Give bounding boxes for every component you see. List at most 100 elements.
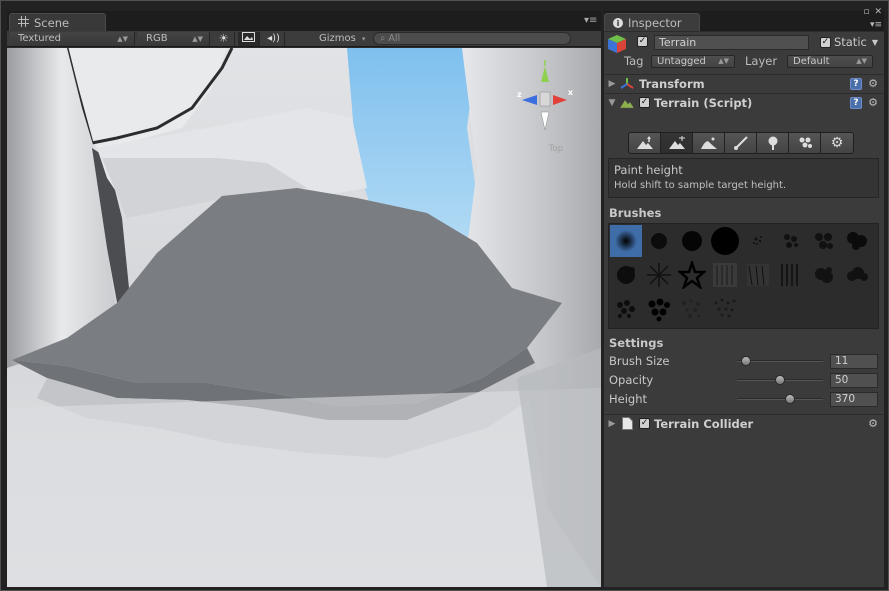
gizmo-center-cube[interactable] (539, 91, 551, 107)
brush-stripes[interactable] (775, 259, 807, 291)
gear-icon[interactable]: ⚙ (866, 77, 880, 90)
brush-noise-medium[interactable] (775, 225, 807, 257)
scene-audio-toggle[interactable]: ◂)) (263, 31, 285, 46)
brush-noise-small[interactable] (742, 225, 774, 257)
tool-paint-height[interactable] (661, 133, 693, 153)
scene-lighting-toggle[interactable]: ☀ (213, 31, 235, 46)
layer-dropdown[interactable]: Default ▲▼ (787, 54, 873, 68)
scene-fx-toggle[interactable] (238, 31, 260, 46)
height-slider[interactable] (737, 394, 823, 404)
tool-raise-lower-terrain[interactable] (629, 133, 661, 153)
gizmo-neg-y-cone[interactable] (540, 111, 550, 131)
tab-inspector[interactable]: i Inspector (604, 13, 700, 32)
brush-scatter-fine[interactable] (709, 293, 741, 325)
tool-place-trees[interactable] (757, 133, 789, 153)
foldout-expanded-icon[interactable]: ▼ (605, 98, 619, 108)
dropdown-arrow-icon: ▲▼ (718, 57, 729, 65)
height-field[interactable]: 370 (830, 391, 878, 407)
component-terrain-collider[interactable]: ▶ ✓ Terrain Collider ⚙ (604, 414, 884, 432)
slider-thumb[interactable] (741, 356, 752, 366)
foldout-collapsed-icon[interactable]: ▶ (605, 79, 619, 89)
help-icon[interactable]: ? (850, 96, 862, 109)
scene-grid-icon (18, 15, 29, 32)
gizmo-z-cone[interactable] (522, 95, 537, 105)
brush-scatter-light[interactable] (676, 293, 708, 325)
brush-size-field[interactable]: 11 (830, 353, 878, 369)
draw-mode-dropdown[interactable]: Textured ▲▼ (10, 31, 135, 46)
setting-height: Height 370 (609, 391, 880, 407)
opacity-field[interactable]: 50 (830, 372, 878, 388)
setting-opacity: Opacity 50 (609, 372, 880, 388)
brush-starburst[interactable] (643, 259, 675, 291)
brush-dots-large[interactable] (643, 293, 675, 325)
brush-rock[interactable] (610, 259, 642, 291)
brush-round-large[interactable] (709, 225, 741, 257)
static-checkbox[interactable]: ✓ (819, 36, 831, 48)
gizmos-dropdown[interactable]: Gizmos ▾ (311, 32, 365, 46)
component-title: Terrain Collider (654, 416, 754, 431)
brush-size-slider[interactable] (737, 356, 823, 366)
brushes-heading: Brushes (609, 206, 662, 220)
document-icon (619, 417, 635, 431)
tool-info-title: Paint height (614, 163, 683, 177)
brush-round-medium[interactable] (676, 225, 708, 257)
scene-viewport[interactable]: z x Top (7, 48, 601, 587)
tool-paint-details[interactable] (789, 133, 821, 153)
tag-value: Untagged (657, 55, 706, 67)
scene-orientation-gizmo[interactable]: z x (517, 60, 573, 136)
terrain-tool-bar: ⚙ (628, 132, 854, 154)
setting-brush-size: Brush Size 11 (609, 353, 880, 369)
terrain-enabled-checkbox[interactable]: ✓ (639, 97, 650, 108)
tool-terrain-settings[interactable]: ⚙ (821, 133, 853, 153)
gameobject-header: ✓ Terrain ✓ Static ▼ Tag Untagged ▲▼ Lay… (604, 32, 884, 74)
tool-paint-texture[interactable] (725, 133, 757, 153)
gizmo-x-cone[interactable] (553, 95, 567, 105)
close-icon[interactable]: ✕ (874, 7, 882, 17)
tab-scene[interactable]: Scene (9, 13, 106, 32)
gizmo-y-cone[interactable] (541, 66, 549, 82)
brush-splat-large[interactable] (841, 225, 873, 257)
tool-smooth-height[interactable] (693, 133, 725, 153)
component-transform[interactable]: ▶ Transform ? ⚙ (604, 74, 884, 92)
brush-fur-texture[interactable] (742, 259, 774, 291)
gameobject-name-field[interactable]: Terrain (654, 35, 809, 50)
scene-tabbar: Scene ▾≡ (7, 11, 601, 32)
paintbrush-icon (733, 136, 748, 150)
component-title: Terrain (Script) (654, 95, 753, 110)
panel-menu-icon[interactable]: ▾≡ (584, 16, 597, 27)
component-terrain-script[interactable]: ▼ ✓ Terrain (Script) ? ⚙ (604, 93, 884, 111)
brush-cloud[interactable] (841, 259, 873, 291)
static-dropdown-arrow-icon[interactable]: ▼ (872, 38, 878, 47)
collider-enabled-checkbox[interactable]: ✓ (639, 418, 650, 429)
brush-round-small[interactable] (643, 225, 675, 257)
gameobject-active-checkbox[interactable]: ✓ (637, 36, 648, 47)
image-icon (242, 32, 255, 45)
terrain-render (7, 48, 601, 587)
brush-noise-large[interactable] (808, 225, 840, 257)
static-toggle[interactable]: ✓ Static ▼ (819, 35, 878, 49)
slider-track (737, 398, 823, 400)
tag-layer-row: Tag Untagged ▲▼ Layer Default ▲▼ (624, 54, 879, 68)
dropdown-arrow-icon: ▲▼ (856, 57, 867, 65)
render-mode-dropdown[interactable]: RGB ▲▼ (138, 31, 210, 46)
setting-label: Opacity (609, 373, 654, 387)
foldout-collapsed-icon[interactable]: ▶ (605, 419, 619, 429)
gear-icon[interactable]: ⚙ (866, 417, 880, 430)
tag-dropdown[interactable]: Untagged ▲▼ (651, 54, 735, 68)
maximize-icon[interactable]: ▫ (863, 7, 869, 17)
brush-dots-cluster[interactable] (610, 293, 642, 325)
brush-soft-round-small[interactable] (610, 225, 642, 257)
brush-grass-texture[interactable] (709, 259, 741, 291)
gear-icon[interactable]: ⚙ (866, 96, 880, 109)
help-icon[interactable]: ? (850, 77, 862, 90)
brush-blot[interactable] (808, 259, 840, 291)
scene-search-input[interactable]: ⌕ All (373, 32, 571, 45)
slider-thumb[interactable] (785, 394, 796, 404)
tool-info-hint: Hold shift to sample target height. (614, 180, 787, 191)
slider-thumb[interactable] (775, 375, 785, 385)
opacity-slider[interactable] (737, 375, 823, 385)
brush-star[interactable] (676, 259, 708, 291)
paint-height-icon (668, 136, 685, 149)
gizmo-x-label: x (567, 88, 573, 97)
panel-menu-icon[interactable]: ▾≡ (870, 20, 882, 30)
